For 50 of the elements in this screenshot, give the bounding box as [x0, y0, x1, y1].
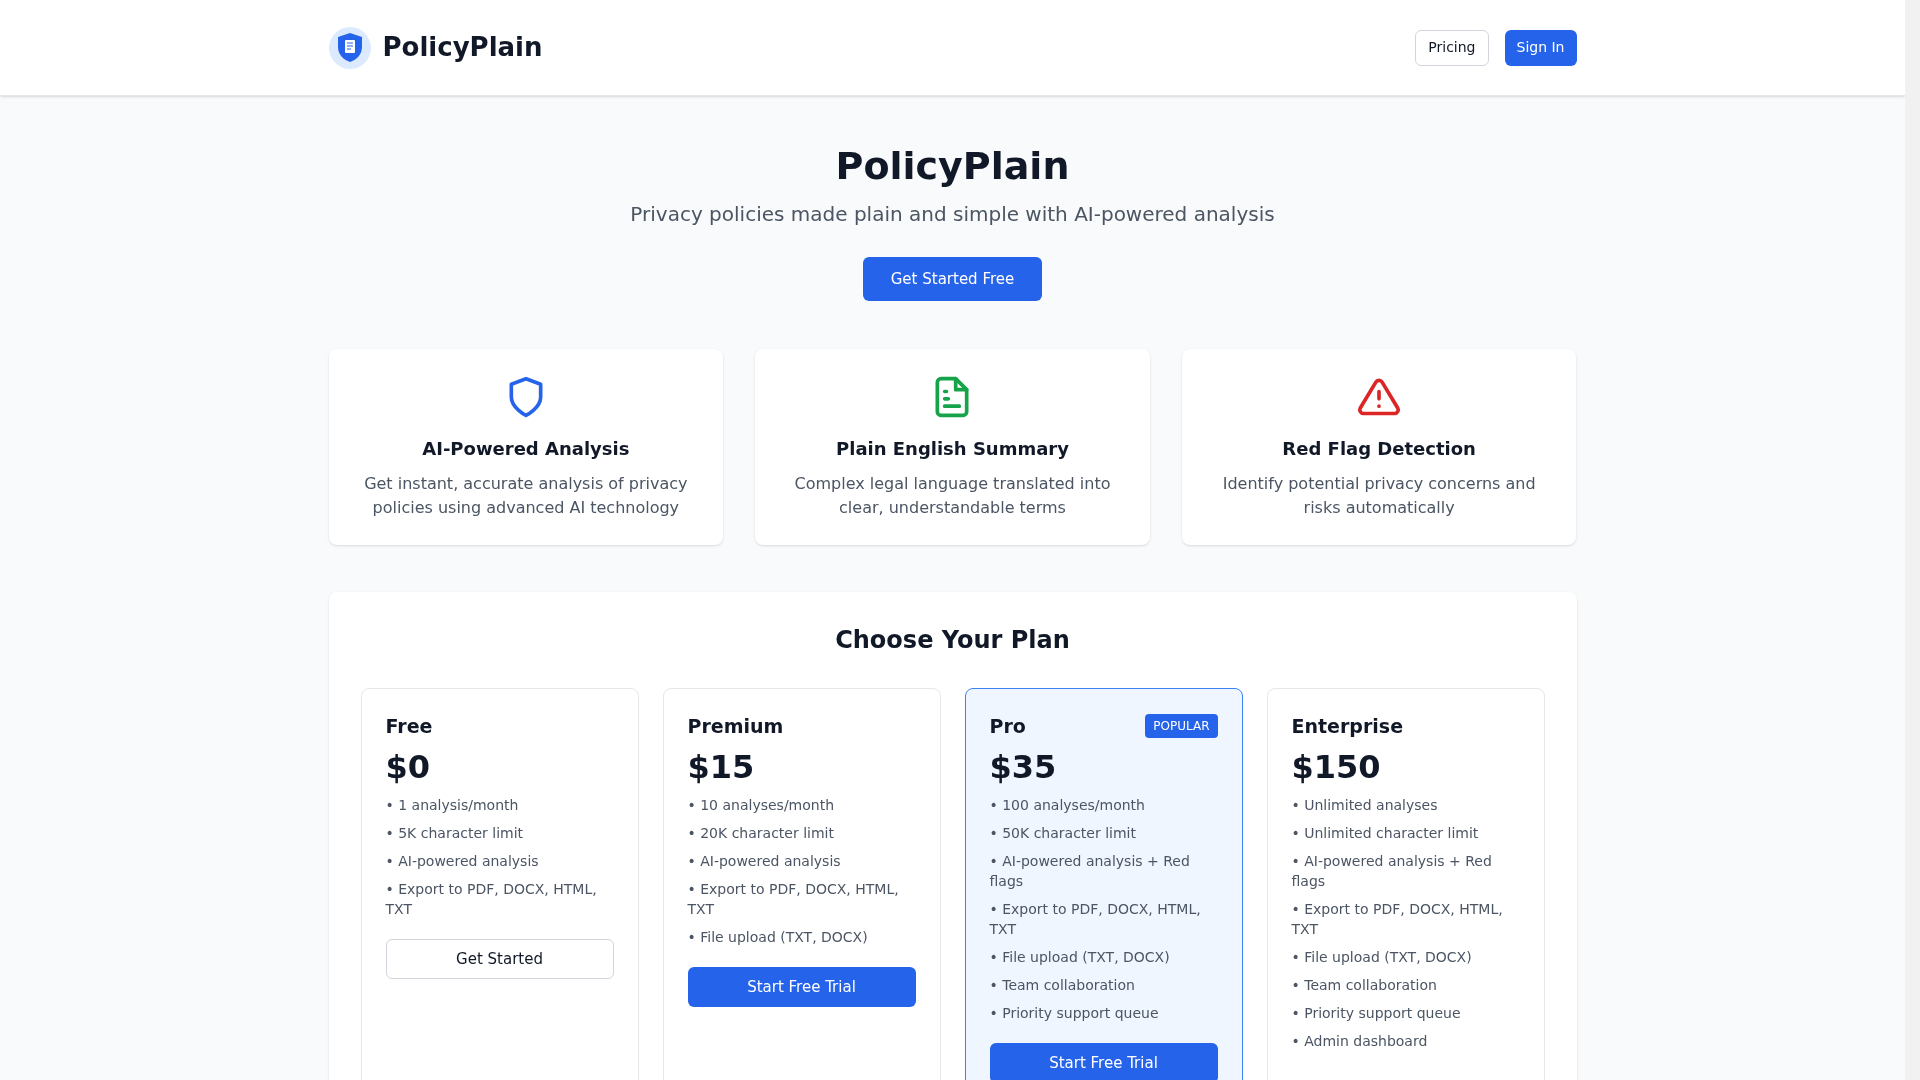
plan-feature: • 5K character limit [385, 824, 525, 843]
plan-feature: • Unlimited character limit [1291, 824, 1480, 843]
plan-feature: • AI-powered analysis [385, 852, 540, 871]
plan-feature: • 20K character limit [687, 824, 835, 843]
brand-name: PolicyPlain [382, 31, 543, 64]
plan-feature: • Export to PDF, DOCX, HTML, TXT [385, 880, 598, 919]
feature-description: Identify potential privacy concerns and risks automatically [1221, 473, 1537, 519]
plan-feature: • AI-powered analysis + Red flags [989, 852, 1191, 891]
plan-feature: • Priority support queue [1291, 1004, 1462, 1023]
plan-name: Premium [687, 713, 784, 739]
outline-button[interactable]: Get Started [385, 939, 614, 979]
plan-price: $150 [1291, 747, 1382, 788]
plan-feature: • Team collaboration [989, 976, 1136, 995]
plan-feature: • 100 analyses/month [989, 796, 1146, 815]
outline-button[interactable]: Pricing [1415, 29, 1489, 66]
plan-name: Free [385, 713, 433, 739]
plan-feature: • AI-powered analysis [687, 852, 842, 871]
plan-feature: • File upload (TXT, DOCX) [989, 948, 1171, 967]
plan-feature: • File upload (TXT, DOCX) [687, 928, 869, 947]
feature-description: Complex legal language translated into clear, understandable terms [793, 473, 1112, 519]
plan-price: $0 [385, 747, 432, 788]
feature-title: AI-Powered Analysis [422, 437, 630, 461]
plan-feature: • File upload (TXT, DOCX) [1291, 948, 1473, 967]
feature-description: Get instant, accurate analysis of privacy policies using advanced AI technology [363, 473, 689, 519]
plan-feature: • 1 analysis/month [385, 796, 520, 815]
primary-button[interactable]: Get Started Free [863, 257, 1042, 301]
plan-feature: • Team collaboration [1291, 976, 1438, 995]
feature-title: Plain English Summary [836, 437, 1069, 461]
pricing-title: Choose Your Plan [834, 625, 1071, 656]
plan-price: $15 [687, 747, 756, 788]
plan-feature: • Export to PDF, DOCX, HTML, TXT [989, 900, 1202, 939]
plan-feature: • Export to PDF, DOCX, HTML, TXT [1291, 900, 1504, 939]
plan-feature: • Unlimited analyses [1291, 796, 1439, 815]
plan-feature: • 10 analyses/month [687, 796, 836, 815]
popular-badge: POPULAR [1145, 714, 1218, 738]
plan-feature: • 50K character limit [989, 824, 1137, 843]
primary-button[interactable]: Sign In [1504, 29, 1577, 66]
plan-name: Pro [989, 713, 1026, 739]
hero-subtitle: Privacy policies made plain and simple with AI-powered analysis [630, 201, 1275, 228]
plan-name: Enterprise [1291, 713, 1404, 739]
plan-feature: • Admin dashboard [1291, 1032, 1429, 1051]
hero-title: PolicyPlain [835, 143, 1070, 190]
plan-feature: • Export to PDF, DOCX, HTML, TXT [687, 880, 900, 919]
primary-button[interactable]: Start Free Trial [687, 967, 916, 1007]
plan-feature: • AI-powered analysis + Red flags [1291, 852, 1493, 891]
plan-feature: • Priority support queue [989, 1004, 1160, 1023]
feature-title: Red Flag Detection [1282, 437, 1476, 461]
shield-logo-icon [328, 26, 371, 69]
primary-button[interactable]: Start Free Trial [989, 1043, 1218, 1080]
plan-price: $35 [989, 747, 1058, 788]
